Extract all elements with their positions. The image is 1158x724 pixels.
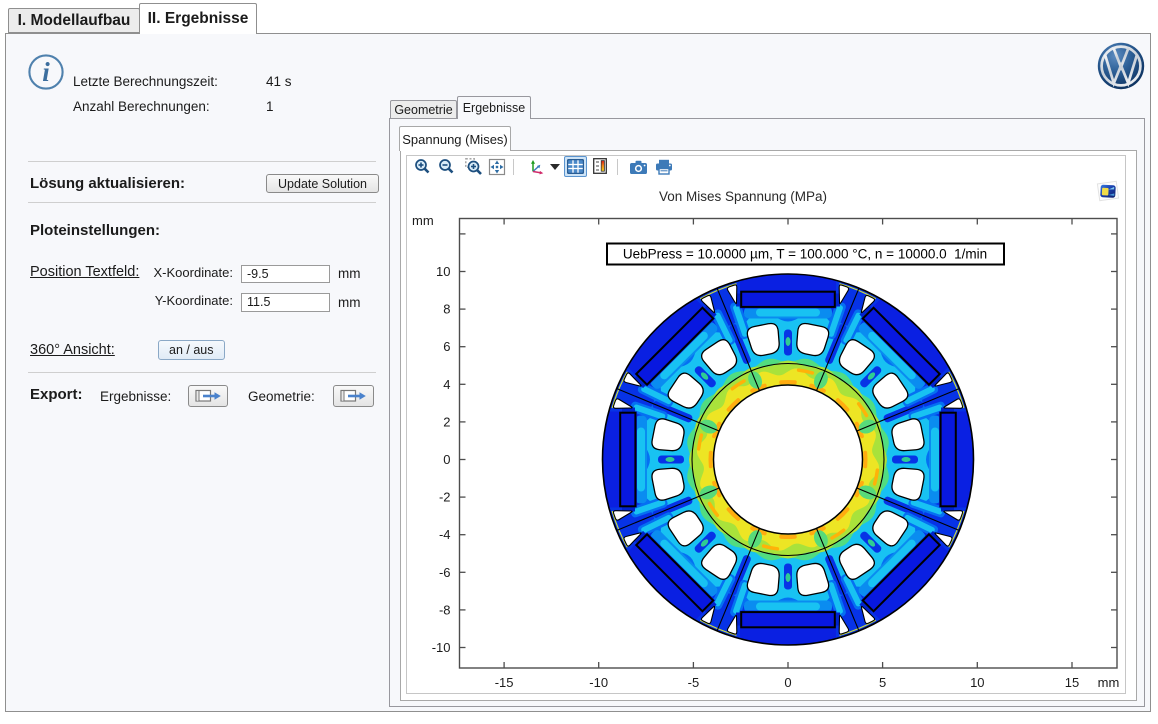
svg-text:0: 0 <box>784 675 791 690</box>
svg-text:2: 2 <box>443 414 450 429</box>
svg-text:15: 15 <box>1065 675 1079 690</box>
svg-text:10: 10 <box>970 675 984 690</box>
svg-text:mm: mm <box>1098 675 1120 690</box>
svg-text:4: 4 <box>443 377 450 392</box>
svg-text:mm: mm <box>412 213 434 228</box>
svg-text:-10: -10 <box>589 675 608 690</box>
svg-text:6: 6 <box>443 339 450 354</box>
svg-text:-8: -8 <box>439 602 451 617</box>
svg-text:UebPress = 10.0000 µm, T = 100: UebPress = 10.0000 µm, T = 100.000 °C, n… <box>623 247 987 262</box>
svg-text:i: i <box>42 57 50 87</box>
svg-text:5: 5 <box>879 675 886 690</box>
svg-text:8: 8 <box>443 302 450 317</box>
svg-text:-2: -2 <box>439 490 451 505</box>
svg-text:10: 10 <box>436 264 450 279</box>
svg-text:-15: -15 <box>495 675 514 690</box>
svg-text:-5: -5 <box>688 675 700 690</box>
svg-text:0: 0 <box>443 452 450 467</box>
svg-text:-6: -6 <box>439 565 451 580</box>
svg-text:-4: -4 <box>439 527 451 542</box>
svg-text:Von Mises Spannung (MPa): Von Mises Spannung (MPa) <box>659 189 827 204</box>
svg-text:-10: -10 <box>432 640 451 655</box>
